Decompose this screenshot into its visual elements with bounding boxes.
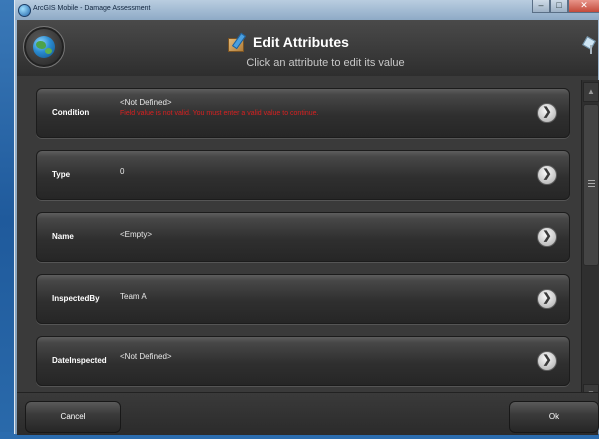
attribute-row-type[interactable]: Type 0 ❯ bbox=[36, 150, 570, 200]
attribute-label: InspectedBy bbox=[52, 294, 100, 303]
attribute-value: <Not Defined> bbox=[120, 352, 172, 361]
minimize-button[interactable]: – bbox=[532, 0, 550, 13]
chevron-right-icon[interactable]: ❯ bbox=[537, 103, 557, 123]
scroll-up-button[interactable]: ▲ bbox=[583, 82, 599, 102]
edit-box-icon bbox=[227, 32, 247, 52]
attribute-label: Type bbox=[52, 170, 71, 179]
window-title: ArcGIS Mobile - Damage Assessment bbox=[33, 5, 151, 12]
attribute-row-dateinspected[interactable]: DateInspected <Not Defined> ❯ bbox=[36, 336, 570, 386]
attribute-value: <Empty> bbox=[120, 230, 153, 239]
attribute-row-name[interactable]: Name <Empty> ❯ bbox=[36, 212, 570, 262]
attribute-row-condition[interactable]: Condition <Not Defined> Field value is n… bbox=[36, 88, 570, 138]
close-button[interactable]: ✕ bbox=[568, 0, 599, 13]
desktop-background-left bbox=[0, 0, 14, 439]
attribute-value: 0 bbox=[120, 167, 125, 176]
maximize-button[interactable]: □ bbox=[550, 0, 568, 13]
ok-button[interactable]: Ok bbox=[509, 401, 599, 433]
attribute-label: Condition bbox=[52, 108, 90, 117]
chevron-right-icon[interactable]: ❯ bbox=[537, 289, 557, 309]
attribute-list: Condition <Not Defined> Field value is n… bbox=[27, 80, 585, 410]
pin-icon[interactable] bbox=[582, 36, 596, 54]
footer-bar: Cancel Ok bbox=[17, 392, 599, 435]
attribute-value: Team A bbox=[120, 292, 147, 301]
globe-icon bbox=[33, 36, 55, 58]
page-title-group: Edit Attributes bbox=[227, 32, 349, 52]
app-window: ArcGIS Mobile - Damage Assessment – □ ✕ … bbox=[14, 0, 599, 435]
list-scrollbar[interactable]: ▲ ▼ bbox=[581, 80, 599, 406]
scrollbar-thumb[interactable] bbox=[583, 104, 599, 266]
chevron-right-icon[interactable]: ❯ bbox=[537, 227, 557, 247]
window-titlebar[interactable]: ArcGIS Mobile - Damage Assessment – □ ✕ bbox=[15, 0, 599, 20]
cancel-button[interactable]: Cancel bbox=[25, 401, 121, 433]
chevron-right-icon[interactable]: ❯ bbox=[537, 165, 557, 185]
chevron-right-icon[interactable]: ❯ bbox=[537, 351, 557, 371]
attribute-value: <Not Defined> bbox=[120, 98, 172, 107]
validation-error-text: Field value is not valid. You must enter… bbox=[120, 110, 319, 117]
attribute-row-inspectedby[interactable]: InspectedBy Team A ❯ bbox=[36, 274, 570, 324]
attribute-label: DateInspected bbox=[52, 356, 107, 365]
app-icon bbox=[18, 4, 31, 17]
attribute-label: Name bbox=[52, 232, 74, 241]
window-controls: – □ ✕ bbox=[532, 0, 599, 14]
page-title: Edit Attributes bbox=[253, 34, 349, 50]
page-subtitle: Click an attribute to edit its value bbox=[246, 57, 405, 69]
grip-icon bbox=[588, 180, 595, 189]
app-client-area: Edit Attributes Click an attribute to ed… bbox=[17, 20, 599, 435]
page-header: Edit Attributes Click an attribute to ed… bbox=[17, 20, 598, 76]
